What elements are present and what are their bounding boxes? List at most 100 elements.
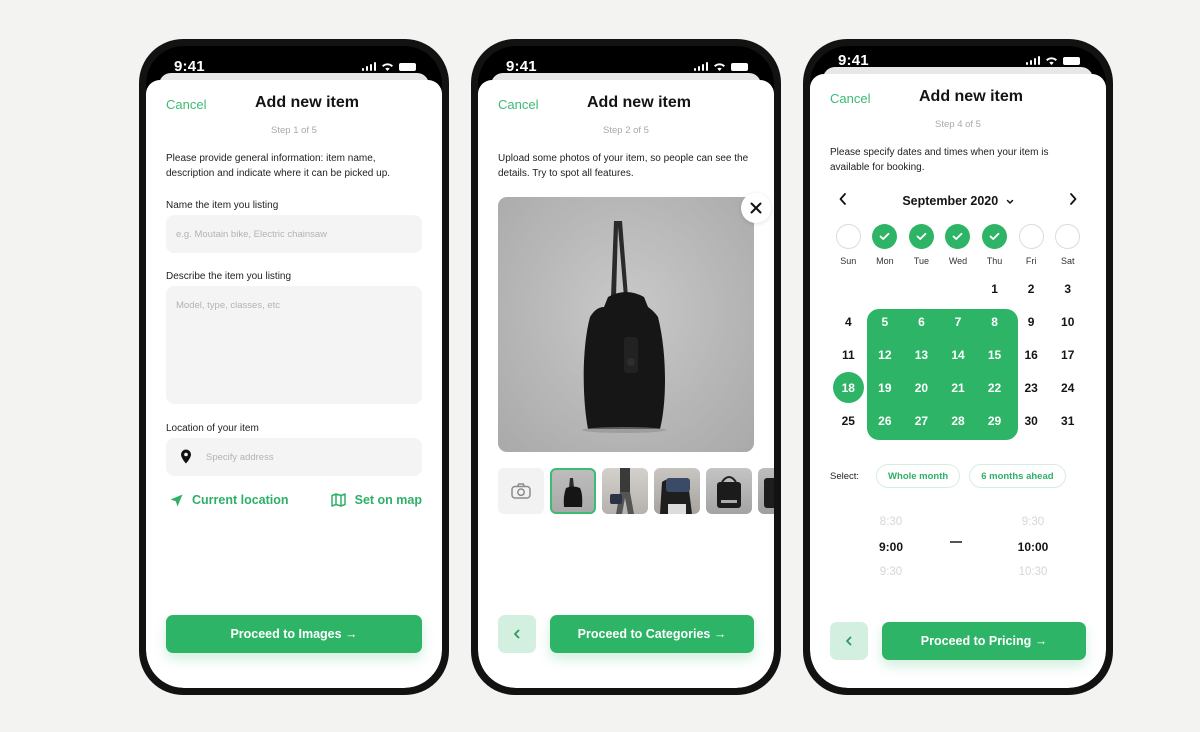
calendar-day[interactable]: 1 (976, 272, 1013, 305)
map-pin-icon (181, 449, 191, 464)
step-indicator: Step 4 of 5 (935, 119, 981, 130)
photo-thumbnail[interactable] (706, 468, 752, 514)
photo-thumbnail[interactable] (654, 468, 700, 514)
thumbnail-strip[interactable] (498, 468, 774, 516)
day-number: 8 (991, 314, 998, 329)
calendar-day[interactable]: 22 (976, 371, 1013, 404)
phone-screen: 9:41 Cancel Add new item Step 1 of 5 Ple… (146, 46, 442, 688)
instructions: Please specify dates and times when your… (830, 147, 1049, 173)
proceed-to-categories-button[interactable]: Proceed to Categories → (550, 615, 754, 653)
weekday-toggle[interactable] (872, 224, 898, 249)
current-location-button[interactable]: Current location (170, 493, 289, 507)
day-number: 16 (1024, 347, 1038, 362)
whole-month-chip[interactable]: Whole month (876, 464, 961, 488)
item-description-textarea[interactable]: Model, type, classes, etc (166, 286, 422, 404)
calendar-day[interactable]: 3 (1049, 272, 1086, 305)
proceed-to-images-button[interactable]: Proceed to Images → (166, 615, 422, 653)
next-month-button[interactable] (1068, 192, 1078, 206)
calendar-day[interactable]: 7 (940, 305, 977, 338)
weekday-label: Sun (840, 256, 857, 266)
location-input[interactable]: Specify address (166, 438, 422, 476)
wifi-icon (1046, 57, 1057, 65)
calendar-day[interactable]: 28 (940, 404, 977, 437)
day-number: 29 (987, 413, 1002, 428)
set-on-map-button[interactable]: Set on map (330, 493, 422, 507)
back-button[interactable] (830, 622, 868, 660)
day-number: 14 (951, 347, 965, 362)
back-button[interactable] (498, 615, 536, 653)
weekday-label: Fri (1025, 256, 1037, 266)
proceed-to-pricing-button[interactable]: Proceed to Pricing → (882, 622, 1086, 660)
weekday-toggle[interactable] (1018, 224, 1044, 249)
item-name-input[interactable]: e.g. Moutain bike, Electric chainsaw (166, 215, 422, 253)
calendar-day[interactable]: 30 (1013, 404, 1050, 437)
checkmark-icon (879, 232, 890, 240)
add-photo-button[interactable] (498, 468, 544, 514)
calendar-day[interactable]: 24 (1049, 371, 1086, 404)
six-months-ahead-chip[interactable]: 6 months ahead (969, 464, 1066, 488)
month-selector[interactable]: September 2020 (810, 194, 1106, 208)
weekday-toggle[interactable] (982, 224, 1008, 249)
time-to-wheel[interactable]: 9:30 10:00 10:30 (993, 510, 1073, 585)
wifi-icon (714, 63, 725, 71)
day-number: 12 (878, 347, 892, 362)
calendar-day[interactable]: 5 (867, 305, 904, 338)
day-number: 11 (841, 347, 855, 362)
calendar-day[interactable]: 9 (1013, 305, 1050, 338)
calendar-day[interactable]: 26 (867, 404, 904, 437)
calendar-day[interactable]: 8 (976, 305, 1013, 338)
photo-thumbnail[interactable] (758, 468, 774, 514)
calendar-day[interactable]: 21 (940, 371, 977, 404)
day-number: 1 (991, 281, 998, 296)
add-item-sheet: Cancel Add new item Step 4 of 5 Please s… (810, 74, 1106, 688)
calendar-day[interactable]: 14 (940, 338, 977, 371)
calendar-day[interactable]: 29 (976, 404, 1013, 437)
calendar-day[interactable]: 13 (903, 338, 940, 371)
day-number: 3 (1064, 281, 1072, 296)
weekday-sun: Sun (830, 224, 867, 266)
calendar-day[interactable]: 31 (1049, 404, 1086, 437)
calendar-day[interactable]: 6 (903, 305, 940, 338)
name-field-label: Name the item you listing (166, 200, 279, 211)
day-number: 5 (881, 314, 889, 329)
calendar-day[interactable]: 16 (1013, 338, 1050, 371)
item-description-placeholder: Model, type, classes, etc (176, 300, 281, 311)
weekday-toggle[interactable] (908, 224, 934, 249)
header: Cancel Add new item (478, 92, 774, 116)
remove-photo-button[interactable] (741, 193, 771, 223)
calendar-day[interactable]: 12 (867, 338, 904, 371)
calendar-day[interactable]: 4 (830, 305, 867, 338)
calendar-day[interactable]: 19 (867, 371, 904, 404)
calendar-day[interactable]: 17 (1049, 338, 1086, 371)
calendar-day[interactable]: 15 (976, 338, 1013, 371)
day-number: 19 (878, 380, 892, 395)
day-number: 28 (951, 413, 965, 428)
day-number: 31 (1061, 413, 1075, 428)
calendar-day[interactable]: 27 (903, 404, 940, 437)
calendar-day[interactable]: 18 (830, 371, 867, 404)
calendar-day[interactable]: 10 (1049, 305, 1086, 338)
calendar-day[interactable]: 2 (1013, 272, 1050, 305)
weekday-label: Thu (986, 256, 1003, 266)
calendar-day[interactable]: 20 (903, 371, 940, 404)
chevron-left-icon (514, 629, 520, 639)
weekday-toggle[interactable] (1055, 224, 1081, 249)
checkmark-icon (916, 232, 927, 240)
add-item-sheet: Cancel Add new item Step 2 of 5 Upload s… (478, 80, 774, 688)
calendar-header: September 2020 (810, 192, 1106, 212)
weekday-toggle[interactable] (835, 224, 861, 249)
photo-thumbnail[interactable] (602, 468, 648, 514)
proceed-label: Proceed to Categories → (577, 627, 727, 641)
time-range-separator (950, 541, 962, 543)
photo-thumbnail-selected[interactable] (550, 468, 596, 514)
day-number: 6 (918, 314, 925, 329)
time-from-wheel[interactable]: 8:30 9:00 9:30 (851, 510, 931, 585)
weekday-toggle[interactable] (945, 224, 971, 249)
calendar-day[interactable]: 11 (830, 338, 867, 371)
time-range-picker: 8:30 9:00 9:30 9:30 10:00 10:30 (810, 510, 1106, 578)
day-number: 15 (987, 347, 1002, 362)
proceed-label: Proceed to Pricing → (920, 634, 1048, 648)
page-title: Add new item (586, 94, 691, 111)
calendar-day[interactable]: 25 (830, 404, 867, 437)
calendar-day[interactable]: 23 (1013, 371, 1050, 404)
